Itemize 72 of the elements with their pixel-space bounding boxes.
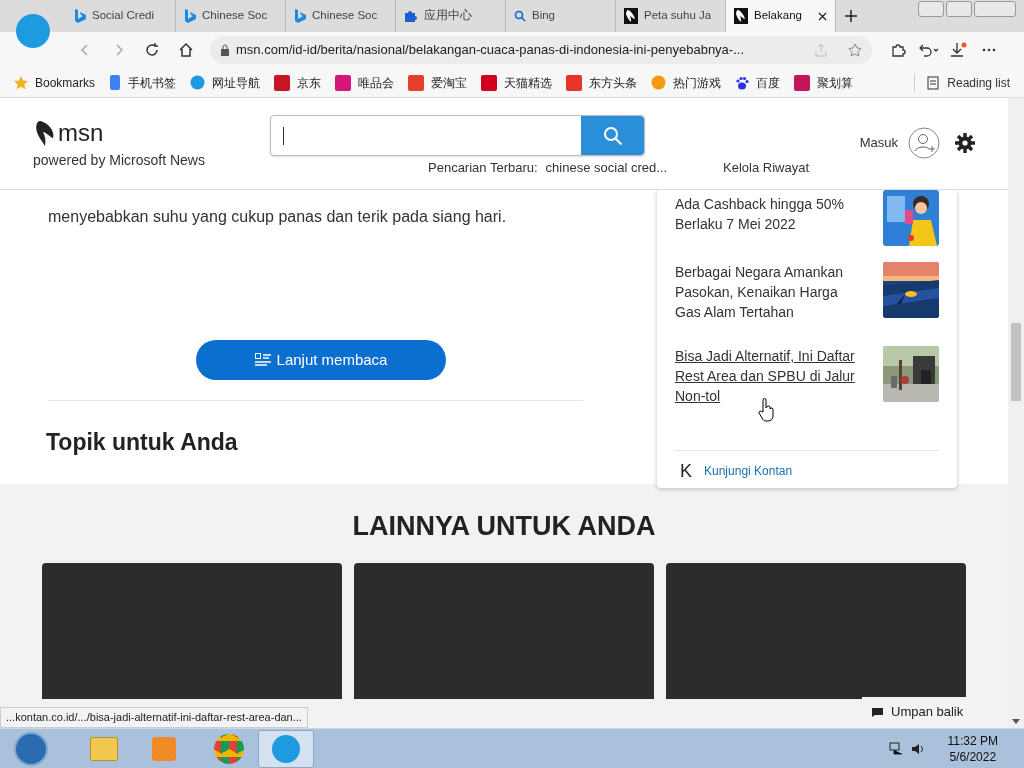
restore-button[interactable] (946, 1, 972, 17)
clock-date[interactable]: 5/6/2022 (949, 748, 997, 765)
butterfly-logo-icon (734, 8, 748, 24)
scrollbar-thumb[interactable] (1011, 323, 1021, 401)
settings-icon[interactable] (954, 131, 976, 154)
new-tab-icon[interactable] (844, 9, 858, 23)
star-icon[interactable] (848, 43, 862, 57)
news-link[interactable]: Berbagai Negara Amankan Pasokan, Kenaikan Harga Gas Alam Tertahan (675, 262, 865, 338)
list-icon (254, 353, 271, 367)
feedback-icon (872, 707, 883, 717)
more-icon[interactable] (982, 48, 996, 52)
tagline: powered by Microsoft News (33, 151, 206, 170)
scrollbar[interactable] (1008, 98, 1024, 728)
minimize-button[interactable] (918, 1, 944, 17)
scroll-down-icon[interactable] (1012, 719, 1020, 724)
user-avatar-icon[interactable] (908, 126, 940, 159)
address-bar[interactable]: msn.com/id-id/berita/nasional/belakangan-cuaca-panas-di-indonesia-ini-penyebabnya-... (210, 36, 872, 64)
recent-search-link[interactable]: chinese social cred... (545, 158, 667, 178)
clock-time[interactable]: 11:32 PM (947, 732, 998, 749)
puzzle-icon[interactable] (890, 42, 906, 58)
close-icon[interactable] (818, 11, 827, 21)
browser-tab[interactable]: Belakang (726, 0, 836, 32)
bing-logo-icon (294, 9, 306, 23)
section-heading: Topik untuk Anda (46, 428, 239, 457)
browser-taskbar-button[interactable] (258, 729, 314, 768)
bookmark-item[interactable]: 爱淘宝 (408, 73, 468, 92)
sign-in-link[interactable]: Masuk (859, 132, 898, 153)
bookmark-item[interactable]: 聚划算 (794, 73, 854, 92)
bing-logo-icon (74, 9, 86, 23)
url-text: msn.com/id-id/berita/nasional/belakangan-cuaca-panas-di-indonesia-ini-penyebabnya-... (236, 41, 744, 60)
bookmark-item[interactable]: 天猫精选 (481, 73, 553, 92)
continue-reading-button[interactable]: Lanjut membaca (196, 340, 446, 380)
search-icon (514, 10, 526, 22)
chrome-icon[interactable] (214, 733, 244, 764)
status-url-tooltip: ...kontan.co.id/.../bisa-jadi-alternatif-ini-daftar-rest-area-dan... (0, 707, 308, 728)
bookmark-item[interactable]: 唯品会 (335, 73, 395, 92)
undo-icon[interactable] (918, 42, 940, 58)
search-icon (602, 125, 623, 146)
close-window-button[interactable] (974, 1, 1016, 17)
reading-list-link[interactable]: Reading list (947, 73, 1010, 92)
network-icon[interactable] (887, 740, 904, 757)
reading-list-icon[interactable] (927, 75, 940, 90)
logo-text[interactable]: msn (58, 121, 104, 145)
home-icon[interactable] (178, 42, 194, 58)
search-button[interactable] (581, 116, 644, 155)
browser-logo-icon (272, 734, 300, 763)
news-link[interactable]: Bisa Jadi Alternatif, Ini Daftar Rest Area dan SPBU di Jalur Non-tol (675, 346, 865, 444)
search-field[interactable] (270, 115, 645, 156)
bookmark-item[interactable]: 东方头条 (566, 73, 638, 92)
bookmark-item[interactable]: 京东 (274, 73, 322, 92)
hand-cursor-icon (758, 398, 776, 422)
manage-history-link[interactable]: Kelola Riwayat (723, 158, 809, 178)
puzzle-icon (404, 9, 418, 23)
bookmark-item[interactable]: 百度 (735, 73, 781, 92)
bookmark-item[interactable]: 手机书签 (109, 73, 177, 92)
file-explorer-icon[interactable] (90, 736, 118, 761)
news-link[interactable]: Ada Cashback hingga 50% Berlaku 7 Mei 2022 (675, 190, 865, 254)
bookmark-item[interactable]: Bookmarks (14, 73, 96, 92)
bookmark-item[interactable]: 网址导航 (190, 73, 261, 92)
recent-searches-label: Pencarian Terbaru: (428, 159, 538, 177)
bookmark-item[interactable]: 热门游戏 (651, 73, 722, 92)
visit-kontan-link[interactable]: Kunjungi Kontan (704, 462, 793, 480)
share-icon[interactable] (814, 43, 828, 57)
refresh-icon[interactable] (144, 42, 160, 58)
butterfly-logo-icon (624, 8, 638, 24)
section-heading: LAINNYA UNTUK ANDA (351, 510, 657, 543)
article-paragraph: menyebabkan suhu yang cukup panas dan terik pada siang hari. (48, 207, 508, 227)
kontan-logo[interactable]: K (680, 462, 692, 480)
lock-icon (220, 44, 230, 56)
download-icon[interactable] (950, 42, 968, 58)
start-button[interactable] (14, 731, 48, 766)
bing-logo-icon (184, 9, 196, 23)
